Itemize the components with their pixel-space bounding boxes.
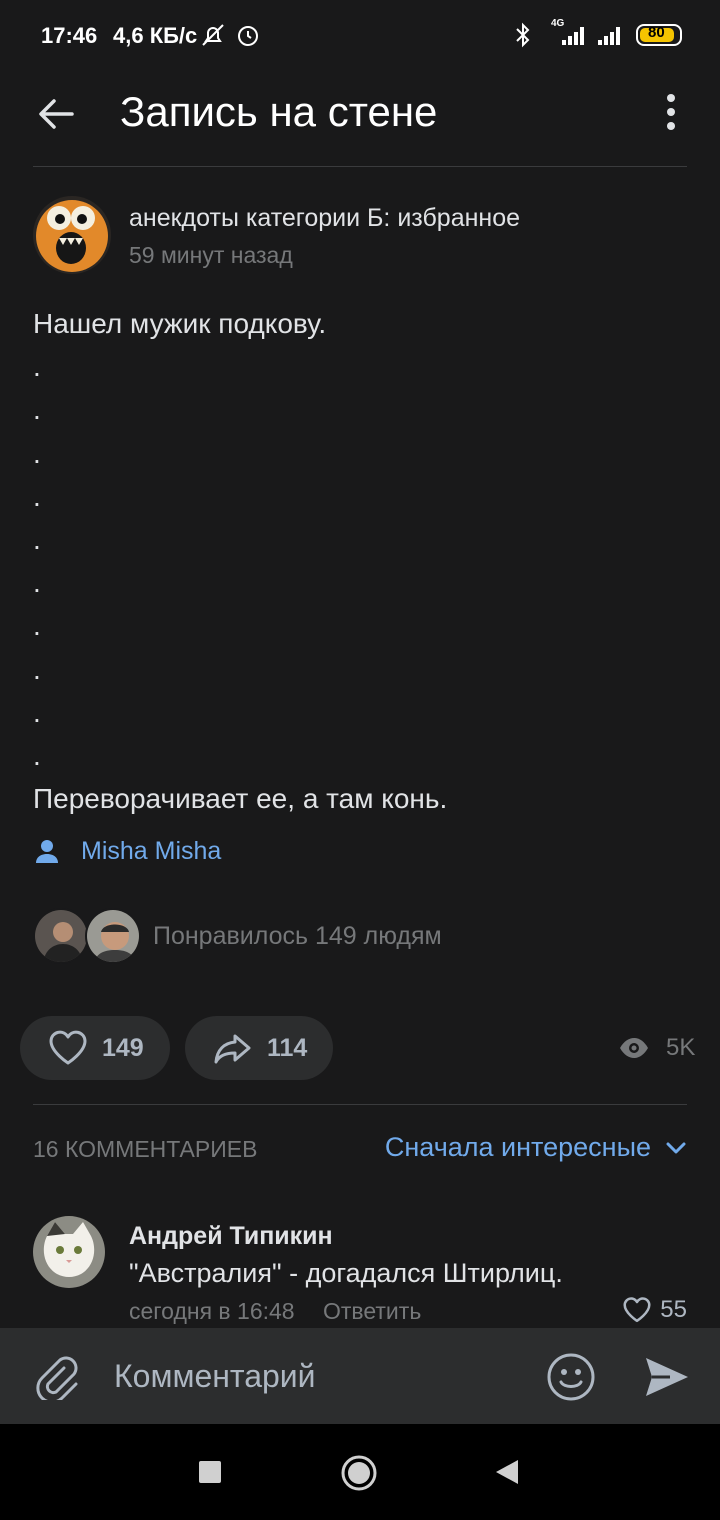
liked-by-row[interactable]: Понравилось 149 людям <box>33 908 687 966</box>
alarm-icon <box>238 26 258 46</box>
comment-meta: сегодня в 16:48 Ответить <box>129 1298 421 1325</box>
sort-label: Сначала интересные <box>384 1132 651 1162</box>
post-line: . <box>33 610 41 642</box>
comment-item: Андрей Типикин "Австралия" - догадался Ш… <box>33 1216 693 1326</box>
comments-count: 16 КОММЕНТАРИЕВ <box>33 1136 258 1162</box>
post-line: . <box>33 696 41 728</box>
community-avatar[interactable] <box>33 196 111 274</box>
like-button[interactable]: 149 <box>20 1016 170 1080</box>
post-header: анекдоты категории Б: избранное 59 минут… <box>33 196 693 276</box>
battery-icon: 80 <box>636 24 682 46</box>
commenter-avatar[interactable] <box>33 1216 105 1288</box>
nav-home-icon[interactable] <box>340 1454 378 1492</box>
views-counter: 5K <box>618 1030 695 1066</box>
post-signer[interactable]: Misha Misha <box>33 834 221 868</box>
post-line: . <box>33 480 41 512</box>
post-line: . <box>33 567 41 599</box>
person-icon <box>36 840 58 863</box>
back-arrow-icon[interactable] <box>34 92 78 136</box>
actions-divider <box>33 1104 687 1105</box>
comment-text: "Австралия" - догадался Штирлиц. <box>129 1258 563 1288</box>
send-icon[interactable] <box>642 1354 690 1400</box>
signal-icon-sim2 <box>598 27 620 45</box>
status-bar: 17:46 4,6 КБ/с 4G 80 <box>0 0 720 70</box>
emoji-icon[interactable] <box>546 1352 596 1402</box>
comments-header: 16 КОММЕНТАРИЕВ Сначала интересные <box>33 1132 687 1168</box>
post-time: 59 минут назад <box>129 242 293 268</box>
comment-time: сегодня в 16:48 <box>129 1298 295 1324</box>
liked-by-text[interactable]: Понравилось 149 людям <box>153 922 442 951</box>
heart-icon <box>49 1030 87 1065</box>
system-navigation-bar <box>0 1424 720 1520</box>
post-line: . <box>33 351 41 383</box>
post-line: Переворачивает ее, а там конь. <box>33 783 448 815</box>
commenter-name[interactable]: Андрей Типикин <box>129 1222 333 1251</box>
eye-icon <box>620 1038 648 1058</box>
signal-icon-sim1 <box>562 27 584 45</box>
post-line: . <box>33 437 41 469</box>
views-count: 5K <box>666 1034 696 1061</box>
post-line: . <box>33 524 41 556</box>
nav-recents-icon[interactable] <box>198 1460 222 1484</box>
liker-avatar <box>85 908 141 964</box>
signer-name[interactable]: Misha Misha <box>81 837 221 866</box>
paperclip-icon[interactable] <box>34 1354 80 1400</box>
share-count: 114 <box>267 1033 308 1062</box>
nav-back-icon[interactable] <box>494 1458 520 1486</box>
post-line: . <box>33 394 41 426</box>
top-app-bar: Запись на стене <box>0 70 720 166</box>
share-icon <box>214 1034 251 1064</box>
more-vertical-icon[interactable] <box>656 92 686 132</box>
comment-like-count: 55 <box>660 1296 687 1323</box>
post-text: Нашел мужик подкову. . . . . . . . . . .… <box>33 302 687 820</box>
liker-avatar <box>33 908 89 964</box>
chevron-down-icon <box>666 1142 686 1153</box>
battery-level: 80 <box>648 24 665 41</box>
like-count: 149 <box>102 1033 144 1062</box>
comments-sort-dropdown[interactable]: Сначала интересные <box>385 1132 687 1163</box>
status-network-speed: 4,6 КБ/с <box>113 23 198 48</box>
post-line: Нашел мужик подкову. <box>33 308 327 339</box>
page-title: Запись на стене <box>120 88 438 135</box>
comment-like-button[interactable]: 55 <box>622 1296 687 1324</box>
share-button[interactable]: 114 <box>185 1016 333 1080</box>
reply-button[interactable]: Ответить <box>323 1298 421 1324</box>
comment-composer <box>0 1328 720 1424</box>
notifications-off-icon <box>202 24 224 46</box>
post-author[interactable]: анекдоты категории Б: избранное <box>129 204 520 233</box>
post-line: . <box>33 653 41 685</box>
heart-icon <box>623 1297 651 1323</box>
status-time: 17:46 <box>41 23 98 48</box>
post-line: . <box>33 740 41 772</box>
header-divider <box>33 166 687 167</box>
comment-input[interactable] <box>114 1354 514 1398</box>
bluetooth-icon <box>516 22 530 48</box>
